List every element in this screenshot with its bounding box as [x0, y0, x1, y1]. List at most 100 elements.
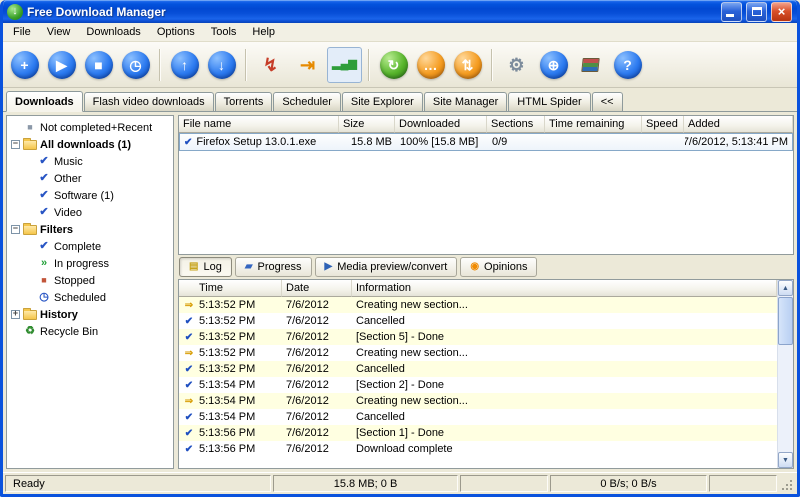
toolbar-separator	[368, 48, 370, 81]
column-header-file-name[interactable]: File name	[179, 116, 339, 133]
bottom-tab-media-preview-convert[interactable]: ▶ Media preview/convert	[314, 257, 458, 277]
titlebar[interactable]: ↓ Free Download Manager ×	[3, 0, 797, 23]
log-row[interactable]: ✔ 5:13:52 PM 7/6/2012 [Section 5] - Done	[179, 329, 777, 345]
sidebar-item-recycle-bin[interactable]: ♻ Recycle Bin	[7, 323, 173, 340]
bottom-tab-progress[interactable]: ▰ Progress	[234, 257, 312, 277]
menu-file[interactable]: File	[5, 23, 39, 41]
log-column-header-information[interactable]: Information	[352, 280, 777, 297]
maximize-button[interactable]	[746, 1, 767, 22]
sidebar-item-other[interactable]: ✔ Other	[7, 170, 173, 187]
start-download-button[interactable]: ▶	[44, 47, 79, 83]
tab-site-explorer[interactable]: Site Explorer	[341, 92, 423, 111]
fdm-logo-icon[interactable]: ↓	[7, 3, 23, 20]
column-header-time-remaining[interactable]: Time remaining	[545, 116, 642, 133]
scroll-up-icon[interactable]: ▲	[778, 280, 793, 296]
sidebar-item-software-1[interactable]: ✔ Software (1)	[7, 187, 173, 204]
menu-tools[interactable]: Tools	[203, 23, 245, 41]
move-down-button[interactable]: ↓	[204, 47, 239, 83]
sidebar-item-scheduled[interactable]: ◷ Scheduled	[7, 289, 173, 306]
status-ready-text: Ready	[13, 477, 45, 490]
log-row[interactable]: ⇒ 5:13:52 PM 7/6/2012 Creating new section.…	[179, 297, 777, 313]
tab-scheduler[interactable]: Scheduler	[273, 92, 341, 111]
resize-grip[interactable]	[779, 475, 795, 493]
shutdown-when-done-button[interactable]: ⇥	[290, 47, 325, 83]
in-progress-icon: »	[40, 257, 48, 269]
tab-torrents[interactable]: Torrents	[214, 92, 273, 111]
toolbar: + ▶ ■ ◷ ↑ ↓ ↯ ⇥ ▂▄▆ ↻ … ⇅ ⚙ ⊕?	[3, 42, 797, 88]
log-column-header-time[interactable]: Time	[179, 280, 282, 297]
scheduler-button[interactable]: ◷	[118, 47, 153, 83]
column-header-speed[interactable]: Speed	[642, 116, 684, 133]
tab-collapse[interactable]: <<	[591, 92, 623, 111]
sidebar-item-not-completed-recent[interactable]: ■ Not completed+Recent	[7, 119, 173, 136]
tab-html-spider[interactable]: HTML Spider	[508, 92, 591, 111]
log-column-header-date[interactable]: Date	[282, 280, 352, 297]
close-button[interactable]: ×	[771, 1, 792, 22]
column-header-added[interactable]: Added	[684, 116, 793, 133]
log-date: 7/6/2012	[286, 443, 329, 455]
sidebar-item-in-progress[interactable]: » In progress	[7, 255, 173, 272]
move-up-button[interactable]: ↑	[167, 47, 202, 83]
log-date: 7/6/2012	[286, 299, 329, 311]
scroll-down-icon[interactable]: ▼	[778, 452, 793, 468]
log-scrollbar[interactable]: ▲ ▼	[777, 280, 793, 468]
menu-downloads[interactable]: Downloads	[78, 23, 148, 41]
menu-view[interactable]: View	[39, 23, 79, 41]
sidebar-item-complete[interactable]: ✔ Complete	[7, 238, 173, 255]
bottom-tab-log[interactable]: ▤ Log	[179, 257, 232, 277]
log-row[interactable]: ✔ 5:13:54 PM 7/6/2012 [Section 2] - Done	[179, 377, 777, 393]
log-date: 7/6/2012	[286, 379, 329, 391]
hang-up-when-done-button[interactable]: ↯	[253, 47, 288, 83]
site-explorer-button[interactable]: ⊕	[536, 47, 571, 83]
menu-options[interactable]: Options	[149, 23, 203, 41]
tab-flash-video-downloads[interactable]: Flash video downloads	[83, 92, 214, 111]
sidebar-item-history[interactable]: + History	[7, 306, 173, 323]
add-download-icon: +	[10, 50, 39, 79]
column-header-size[interactable]: Size	[339, 116, 395, 133]
sidebar-item-stopped[interactable]: ■ Stopped	[7, 272, 173, 289]
log-row[interactable]: ✔ 5:13:52 PM 7/6/2012 Cancelled	[179, 313, 777, 329]
log-row[interactable]: ✔ 5:13:56 PM 7/6/2012 [Section 1] - Done	[179, 425, 777, 441]
scrollbar-track[interactable]	[778, 296, 793, 452]
menu-help[interactable]: Help	[244, 23, 283, 41]
settings-button[interactable]: ⚙	[499, 47, 534, 83]
tab-downloads[interactable]: Downloads	[6, 91, 83, 112]
plus-expander-icon[interactable]: +	[11, 310, 20, 319]
flash-video-downloads-button[interactable]: ↻	[376, 47, 411, 83]
log-row[interactable]: ⇒ 5:13:54 PM 7/6/2012 Creating new section.…	[179, 393, 777, 409]
sidebar-item-music[interactable]: ✔ Music	[7, 153, 173, 170]
tab-site-manager[interactable]: Site Manager	[423, 92, 508, 111]
sidebar-item-filters[interactable]: − Filters	[7, 221, 173, 238]
remote-control-button[interactable]: ⇅	[450, 47, 485, 83]
log-time: 5:13:56 PM	[199, 443, 256, 455]
sidebar-item-all-downloads-1[interactable]: − All downloads (1)	[7, 136, 173, 153]
log-row[interactable]: ⇒ 5:13:52 PM 7/6/2012 Creating new section.…	[179, 345, 777, 361]
minimize-button[interactable]	[721, 1, 742, 22]
check-icon: ✔	[184, 315, 194, 327]
minus-expander-icon[interactable]: −	[11, 140, 20, 149]
community-button[interactable]: …	[413, 47, 448, 83]
sidebar-item-video[interactable]: ✔ Video	[7, 204, 173, 221]
scrollbar-thumb[interactable]	[778, 297, 793, 345]
tutorials-button[interactable]	[573, 47, 608, 83]
add-download-button[interactable]: +	[7, 47, 42, 83]
column-header-sections[interactable]: Sections	[487, 116, 545, 133]
log-row[interactable]: ✔ 5:13:52 PM 7/6/2012 Cancelled	[179, 361, 777, 377]
minus-expander-icon[interactable]: −	[11, 225, 20, 234]
move-up-icon: ↑	[170, 50, 199, 79]
traffic-usage-mode-button[interactable]: ▂▄▆	[327, 46, 362, 83]
folder-icon	[23, 222, 37, 235]
minimize-icon	[726, 13, 734, 17]
log-time: 5:13:54 PM	[199, 411, 256, 423]
help-button[interactable]: ?	[610, 47, 645, 83]
download-row[interactable]: ✔ Firefox Setup 13.0.1.exe 15.8 MB 100% [15…	[179, 133, 793, 151]
sidebar-item-label: Recycle Bin	[40, 325, 99, 338]
log-row[interactable]: ✔ 5:13:54 PM 7/6/2012 Cancelled	[179, 409, 777, 425]
bottom-tab-opinions[interactable]: ◉ Opinions	[460, 257, 538, 277]
recycle-icon: ♻	[25, 325, 35, 337]
bottom-tab-label: Log	[203, 261, 222, 273]
stop-download-button[interactable]: ■	[81, 47, 116, 83]
category-check-icon: ✔	[39, 189, 49, 201]
log-row[interactable]: ✔ 5:13:56 PM 7/6/2012 Download complete	[179, 441, 777, 457]
column-header-downloaded[interactable]: Downloaded	[395, 116, 487, 133]
